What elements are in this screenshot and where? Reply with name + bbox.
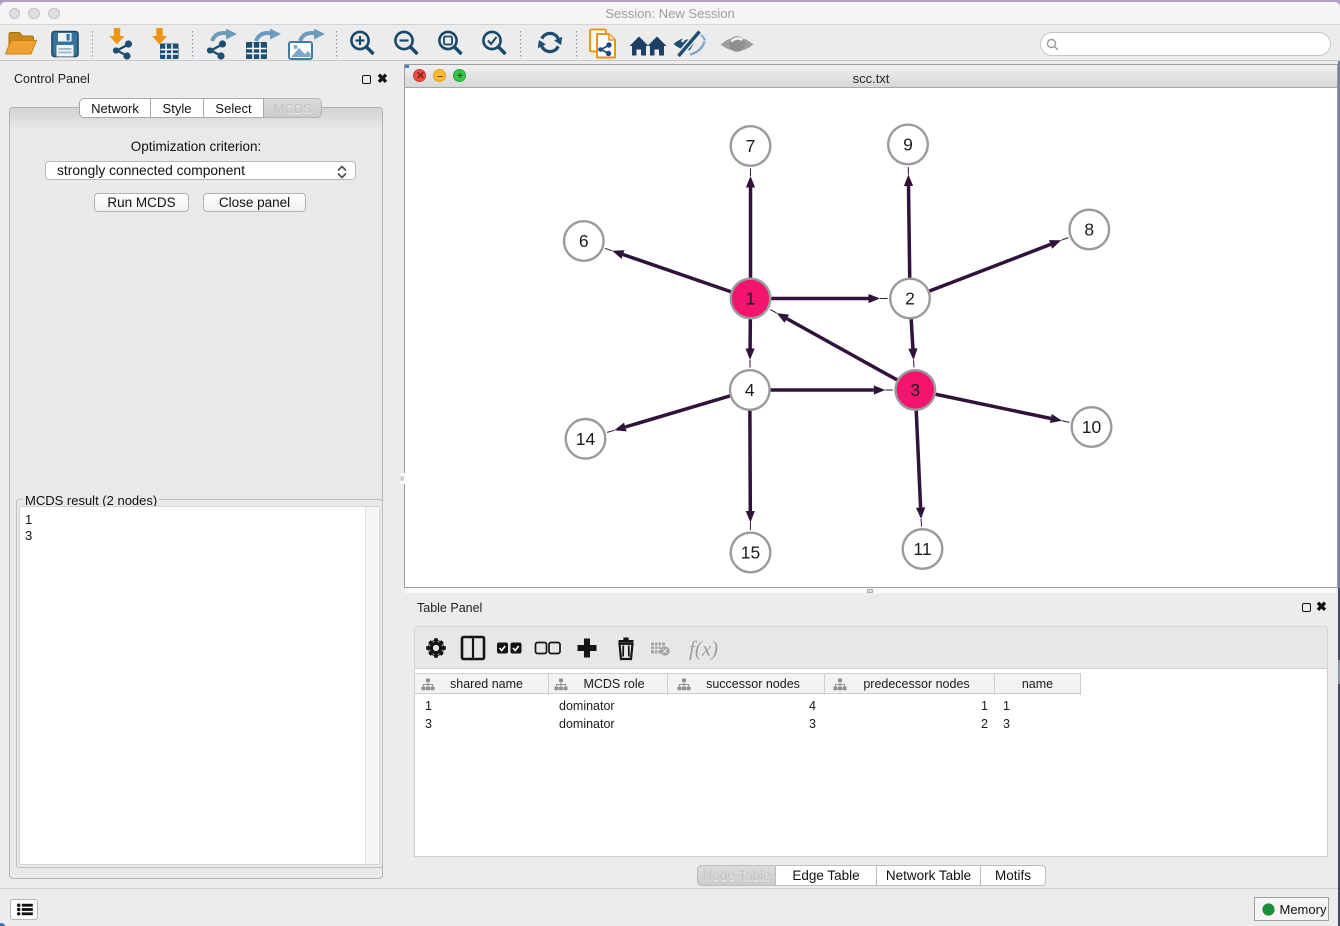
svg-text:10: 10 (1082, 417, 1102, 437)
svg-text:11: 11 (913, 539, 931, 559)
svg-text:3: 3 (910, 380, 920, 400)
svg-text:f(x): f(x) (689, 637, 718, 661)
svg-text:4: 4 (745, 380, 755, 400)
svg-text:2: 2 (905, 289, 915, 309)
svg-text:6: 6 (579, 231, 589, 251)
svg-text:8: 8 (1084, 220, 1094, 240)
svg-text:14: 14 (576, 429, 596, 449)
svg-text:15: 15 (741, 543, 760, 563)
svg-text:1: 1 (746, 289, 756, 309)
svg-text:9: 9 (903, 135, 913, 155)
svg-text:7: 7 (746, 136, 756, 156)
